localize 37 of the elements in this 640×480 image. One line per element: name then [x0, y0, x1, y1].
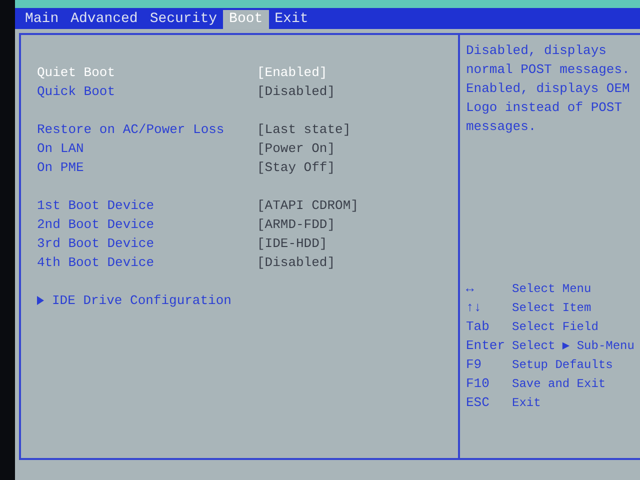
setting-value[interactable]: [ATAPI CDROM] — [257, 196, 358, 216]
setting-value[interactable]: [Disabled] — [257, 252, 336, 272]
setting-label[interactable]: 4th Boot Device — [37, 252, 257, 272]
menu-tab[interactable]: Advanced — [64, 10, 144, 29]
setting-value[interactable]: [Last state] — [257, 120, 351, 140]
setting-value[interactable]: [Disabled] — [257, 82, 336, 102]
menu-tab[interactable]: Security — [144, 10, 224, 29]
setting-label[interactable]: 3rd Boot Device — [37, 234, 257, 254]
key-label: ↔ — [466, 280, 475, 298]
setting-label[interactable]: Quick Boot — [37, 82, 257, 102]
setting-label[interactable]: On PME — [37, 158, 257, 178]
setting-label[interactable]: 1st Boot Device — [37, 196, 257, 216]
setting-label[interactable]: On LAN — [37, 138, 257, 158]
key-label: ↑↓ — [466, 298, 483, 317]
submenu-link[interactable]: IDE Drive Configuration — [52, 290, 232, 310]
setting-value[interactable]: [Stay Off] — [257, 158, 336, 178]
key-label: Enter — [466, 336, 506, 355]
key-label: Tab — [466, 318, 490, 336]
key-action: Exit — [512, 394, 541, 412]
setting-label[interactable]: 2nd Boot Device — [37, 214, 257, 234]
key-action: Save and Exit — [512, 376, 606, 392]
key-label: F10 — [466, 374, 490, 393]
key-action: Select Field — [512, 318, 598, 336]
menu-tab[interactable]: Exit — [268, 10, 314, 29]
setting-value[interactable]: [IDE-HDD] — [257, 234, 328, 254]
key-label: ESC — [466, 394, 490, 412]
key-action: Select ▶ Sub-Menu — [512, 338, 634, 354]
key-action: Select Item — [512, 300, 592, 316]
key-action: Select Menu — [512, 280, 592, 298]
setting-value[interactable]: [ARMD-FDD] — [257, 214, 336, 234]
help-text: Disabled, displays normal POST messages. Enabled, displays OEM Logo instead of POST messages. — [466, 42, 631, 136]
menu-tab[interactable]: Main — [19, 10, 65, 29]
submenu-triangle-icon — [37, 296, 44, 305]
setting-label[interactable]: Restore on AC/Power Loss — [37, 120, 257, 140]
setting-value[interactable]: [Power On] — [257, 138, 336, 158]
key-label: F9 — [466, 356, 483, 374]
key-action: Setup Defaults — [512, 356, 613, 374]
